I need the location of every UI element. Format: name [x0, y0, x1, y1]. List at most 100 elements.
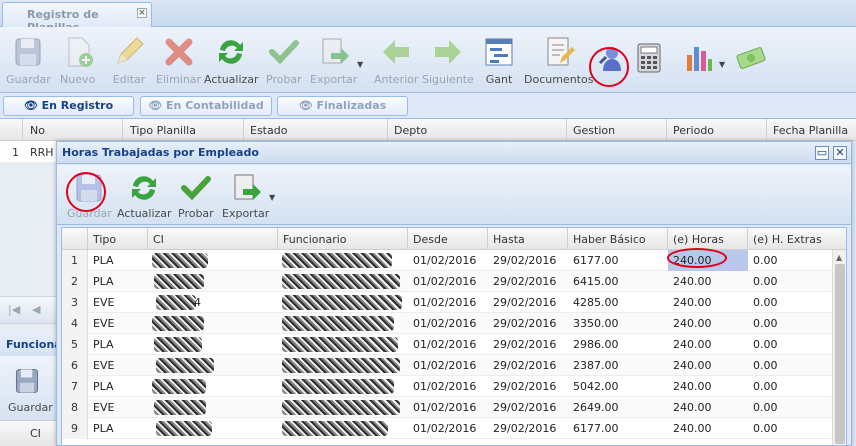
horas-extras-cell[interactable]: 0.00 [748, 397, 832, 418]
horas-cell[interactable]: 240.00 [668, 397, 748, 418]
desde-cell[interactable]: 01/02/2016 [408, 355, 488, 376]
haber-basico-cell[interactable]: 6177.00 [568, 418, 668, 439]
column-header[interactable]: Periodo [673, 124, 714, 137]
desde-cell[interactable]: 01/02/2016 [408, 271, 488, 292]
tipo-cell[interactable]: EVE [88, 292, 148, 313]
column-header[interactable]: Depto [394, 124, 427, 137]
desde-cell[interactable]: 01/02/2016 [408, 418, 488, 439]
tipo-cell[interactable]: PLA [88, 418, 148, 439]
hasta-cell[interactable]: 29/02/2016 [488, 271, 568, 292]
scrollbar-thumb[interactable] [835, 264, 845, 444]
desde-cell[interactable]: 01/02/2016 [408, 376, 488, 397]
delete-button[interactable]: Eliminar [156, 35, 201, 86]
horas-cell[interactable]: 240.00 [668, 313, 748, 334]
tab-en-registro[interactable]: 👁 En Registro [3, 96, 134, 116]
table-row[interactable]: 3 EVE 4 01/02/2016 29/02/2016 4285.00 240.00 0.… [62, 292, 832, 313]
column-header[interactable]: (e) H. Extras [748, 228, 846, 250]
table-row[interactable]: 2 PLA 01/02/2016 29/02/2016 6415.00 240.00 0.0… [62, 271, 832, 292]
new-button[interactable]: Nuevo [60, 35, 95, 86]
tab-en-contabilidad[interactable]: 👁 En Contabilidad [140, 96, 272, 116]
tipo-cell[interactable]: PLA [88, 376, 148, 397]
horas-extras-cell[interactable]: 0.00 [748, 292, 832, 313]
table-row[interactable]: 7 PLA 01/02/2016 29/02/2016 5042.00 240.00 0.0… [62, 376, 832, 397]
hasta-cell[interactable]: 29/02/2016 [488, 418, 568, 439]
column-header[interactable]: CI [30, 427, 41, 440]
test-button[interactable]: Probar [266, 35, 302, 86]
column-header[interactable]: CI [148, 228, 278, 250]
funcionario-cell[interactable] [278, 292, 408, 313]
funcionario-cell[interactable] [278, 271, 408, 292]
save-button[interactable]: Guardar [0, 356, 56, 420]
table-row[interactable]: 8 EVE 01/02/2016 29/02/2016 2649.00 240.00 0.0… [62, 397, 832, 418]
column-header[interactable]: Tipo [88, 228, 148, 250]
tipo-cell[interactable]: PLA [88, 334, 148, 355]
horas-cell[interactable]: 240.00 [668, 334, 748, 355]
horas-cell[interactable]: 240.00 [668, 418, 748, 439]
funcionario-cell[interactable] [278, 418, 408, 439]
ci-cell[interactable]: 4 [148, 292, 278, 313]
horas-extras-cell[interactable]: 0.00 [748, 313, 832, 334]
haber-basico-cell[interactable]: 5042.00 [568, 376, 668, 397]
column-header[interactable]: Desde [408, 228, 488, 250]
chevron-down-icon[interactable]: ▼ [269, 193, 275, 202]
funcionario-cell[interactable] [278, 250, 408, 271]
ci-cell[interactable] [148, 271, 278, 292]
haber-basico-cell[interactable]: 6177.00 [568, 250, 668, 271]
column-header[interactable]: Gestion [573, 124, 615, 137]
horas-cell[interactable]: 240.00 [668, 271, 748, 292]
hasta-cell[interactable]: 29/02/2016 [488, 313, 568, 334]
chevron-down-icon[interactable]: ▼ [357, 60, 363, 69]
hasta-cell[interactable]: 29/02/2016 [488, 250, 568, 271]
close-icon[interactable]: ✕ [833, 146, 847, 160]
table-row[interactable]: 1 RRH [0, 141, 60, 163]
desde-cell[interactable]: 01/02/2016 [408, 397, 488, 418]
desde-cell[interactable]: 01/02/2016 [408, 292, 488, 313]
haber-basico-cell[interactable]: 2387.00 [568, 355, 668, 376]
column-header[interactable]: Estado [250, 124, 287, 137]
previous-page-icon[interactable]: ◀ [32, 303, 40, 316]
haber-basico-cell[interactable]: 2986.00 [568, 334, 668, 355]
column-header[interactable]: Hasta [488, 228, 568, 250]
funcionario-cell[interactable] [278, 355, 408, 376]
window-title-bar[interactable]: Horas Trabajadas por Empleado ▭ ✕ [57, 142, 851, 164]
horas-extras-cell[interactable]: 0.00 [748, 355, 832, 376]
ci-cell[interactable] [148, 376, 278, 397]
documents-button[interactable]: Documentos [524, 35, 593, 86]
ci-cell[interactable] [148, 418, 278, 439]
tipo-cell[interactable]: EVE [88, 355, 148, 376]
haber-basico-cell[interactable]: 2649.00 [568, 397, 668, 418]
horas-extras-cell[interactable]: 0.00 [748, 376, 832, 397]
ci-cell[interactable] [148, 250, 278, 271]
desde-cell[interactable]: 01/02/2016 [408, 334, 488, 355]
horas-extras-cell[interactable]: 0.00 [748, 334, 832, 355]
export-button[interactable]: Exportar [310, 35, 357, 86]
horas-extras-cell[interactable]: 0.00 [748, 250, 832, 271]
vertical-scrollbar[interactable]: ▲ [832, 250, 846, 445]
save-button[interactable]: Guardar [6, 35, 51, 86]
test-button[interactable]: Probar [178, 171, 214, 220]
ci-cell[interactable] [148, 397, 278, 418]
tipo-cell[interactable]: EVE [88, 397, 148, 418]
column-header[interactable]: No [30, 124, 45, 137]
column-header[interactable]: (e) Horas [668, 228, 748, 250]
scroll-up-icon[interactable]: ▲ [836, 253, 842, 262]
next-button[interactable]: Siguiente [422, 35, 474, 86]
desde-cell[interactable]: 01/02/2016 [408, 313, 488, 334]
horas-cell[interactable]: 240.00 [668, 355, 748, 376]
haber-basico-cell[interactable]: 4285.00 [568, 292, 668, 313]
tipo-cell[interactable]: EVE [88, 313, 148, 334]
funcionario-cell[interactable] [278, 313, 408, 334]
maximize-icon[interactable]: ▭ [815, 146, 829, 160]
tab-finalizadas[interactable]: 👁 Finalizadas [277, 96, 408, 116]
hasta-cell[interactable]: 29/02/2016 [488, 376, 568, 397]
calculator-icon[interactable] [632, 41, 666, 75]
gantt-button[interactable]: Gant [482, 35, 516, 86]
desde-cell[interactable]: 01/02/2016 [408, 250, 488, 271]
horas-extras-cell[interactable]: 0.00 [748, 418, 832, 439]
table-row[interactable]: 4 EVE 01/02/2016 29/02/2016 3350.00 240.00 0.0… [62, 313, 832, 334]
chevron-down-icon[interactable]: ▼ [719, 60, 725, 69]
bar-chart-icon[interactable] [682, 41, 716, 75]
table-row[interactable]: 6 EVE 01/02/2016 29/02/2016 2387.00 240.00 0.0… [62, 355, 832, 376]
export-button[interactable]: Exportar [222, 171, 269, 220]
ci-cell[interactable] [148, 355, 278, 376]
